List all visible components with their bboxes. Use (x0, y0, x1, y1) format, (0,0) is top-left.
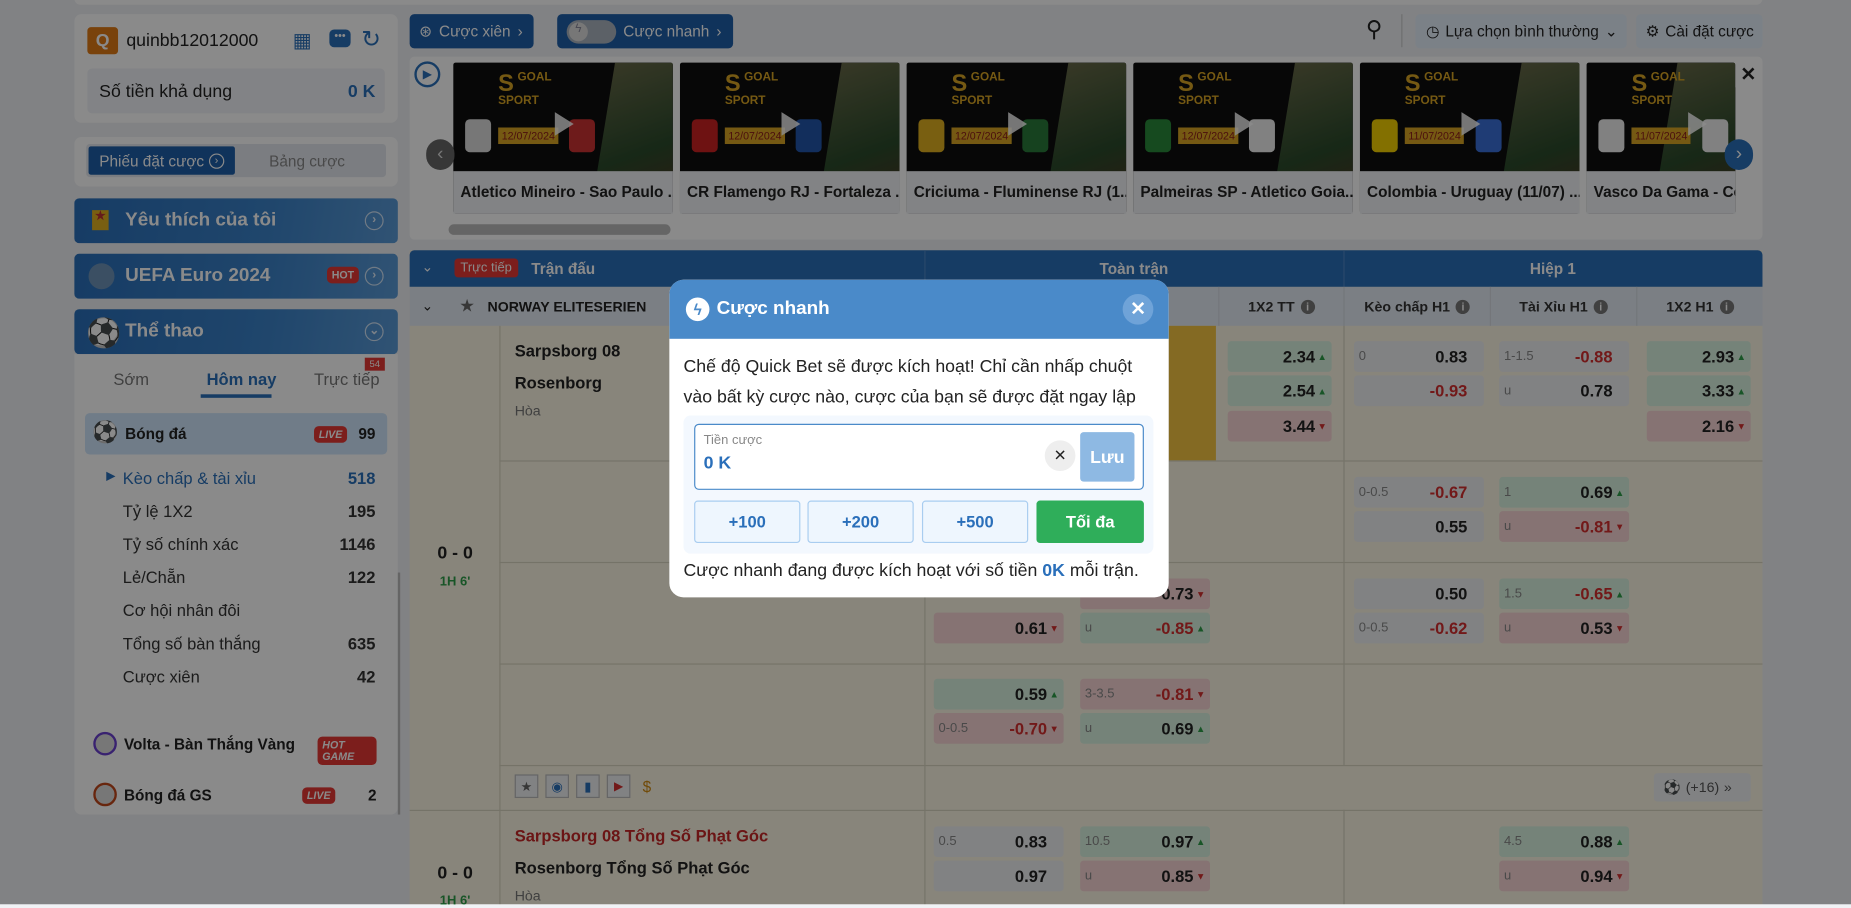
save-button[interactable]: Lưu (1080, 432, 1135, 482)
modal-footer: Cược nhanh đang được kích hoạt với số ti… (684, 561, 1139, 581)
footer-text: Cược nhanh đang được kích hoạt với số ti… (683, 560, 1043, 581)
add-500-button[interactable]: +500 (921, 500, 1029, 544)
max-stake-button[interactable]: Tối đa (1036, 500, 1144, 544)
add-100-button[interactable]: +100 (694, 500, 801, 544)
stake-value: 0 K (703, 453, 732, 474)
clear-stake-button[interactable]: ✕ (1044, 440, 1076, 472)
stake-input[interactable]: Tiền cược 0 K ✕ Lưu (694, 423, 1144, 490)
lightning-icon: ϟ (685, 297, 710, 322)
add-200-button[interactable]: +200 (807, 500, 914, 544)
stake-label: Tiền cược (703, 433, 763, 448)
modal-title: Cược nhanh (716, 298, 830, 319)
close-modal-button[interactable]: ✕ (1122, 293, 1154, 325)
page: Q quinbb12012000 ▦ ••• ↻ Số tiền khả dụn… (0, 0, 1851, 908)
quick-bet-modal: ϟ Cược nhanh ✕ Chế độ Quick Bet sẽ được k… (669, 279, 1169, 598)
footer-amount: 0K (1042, 560, 1065, 581)
footer-text: mỗi trận. (1064, 560, 1139, 581)
